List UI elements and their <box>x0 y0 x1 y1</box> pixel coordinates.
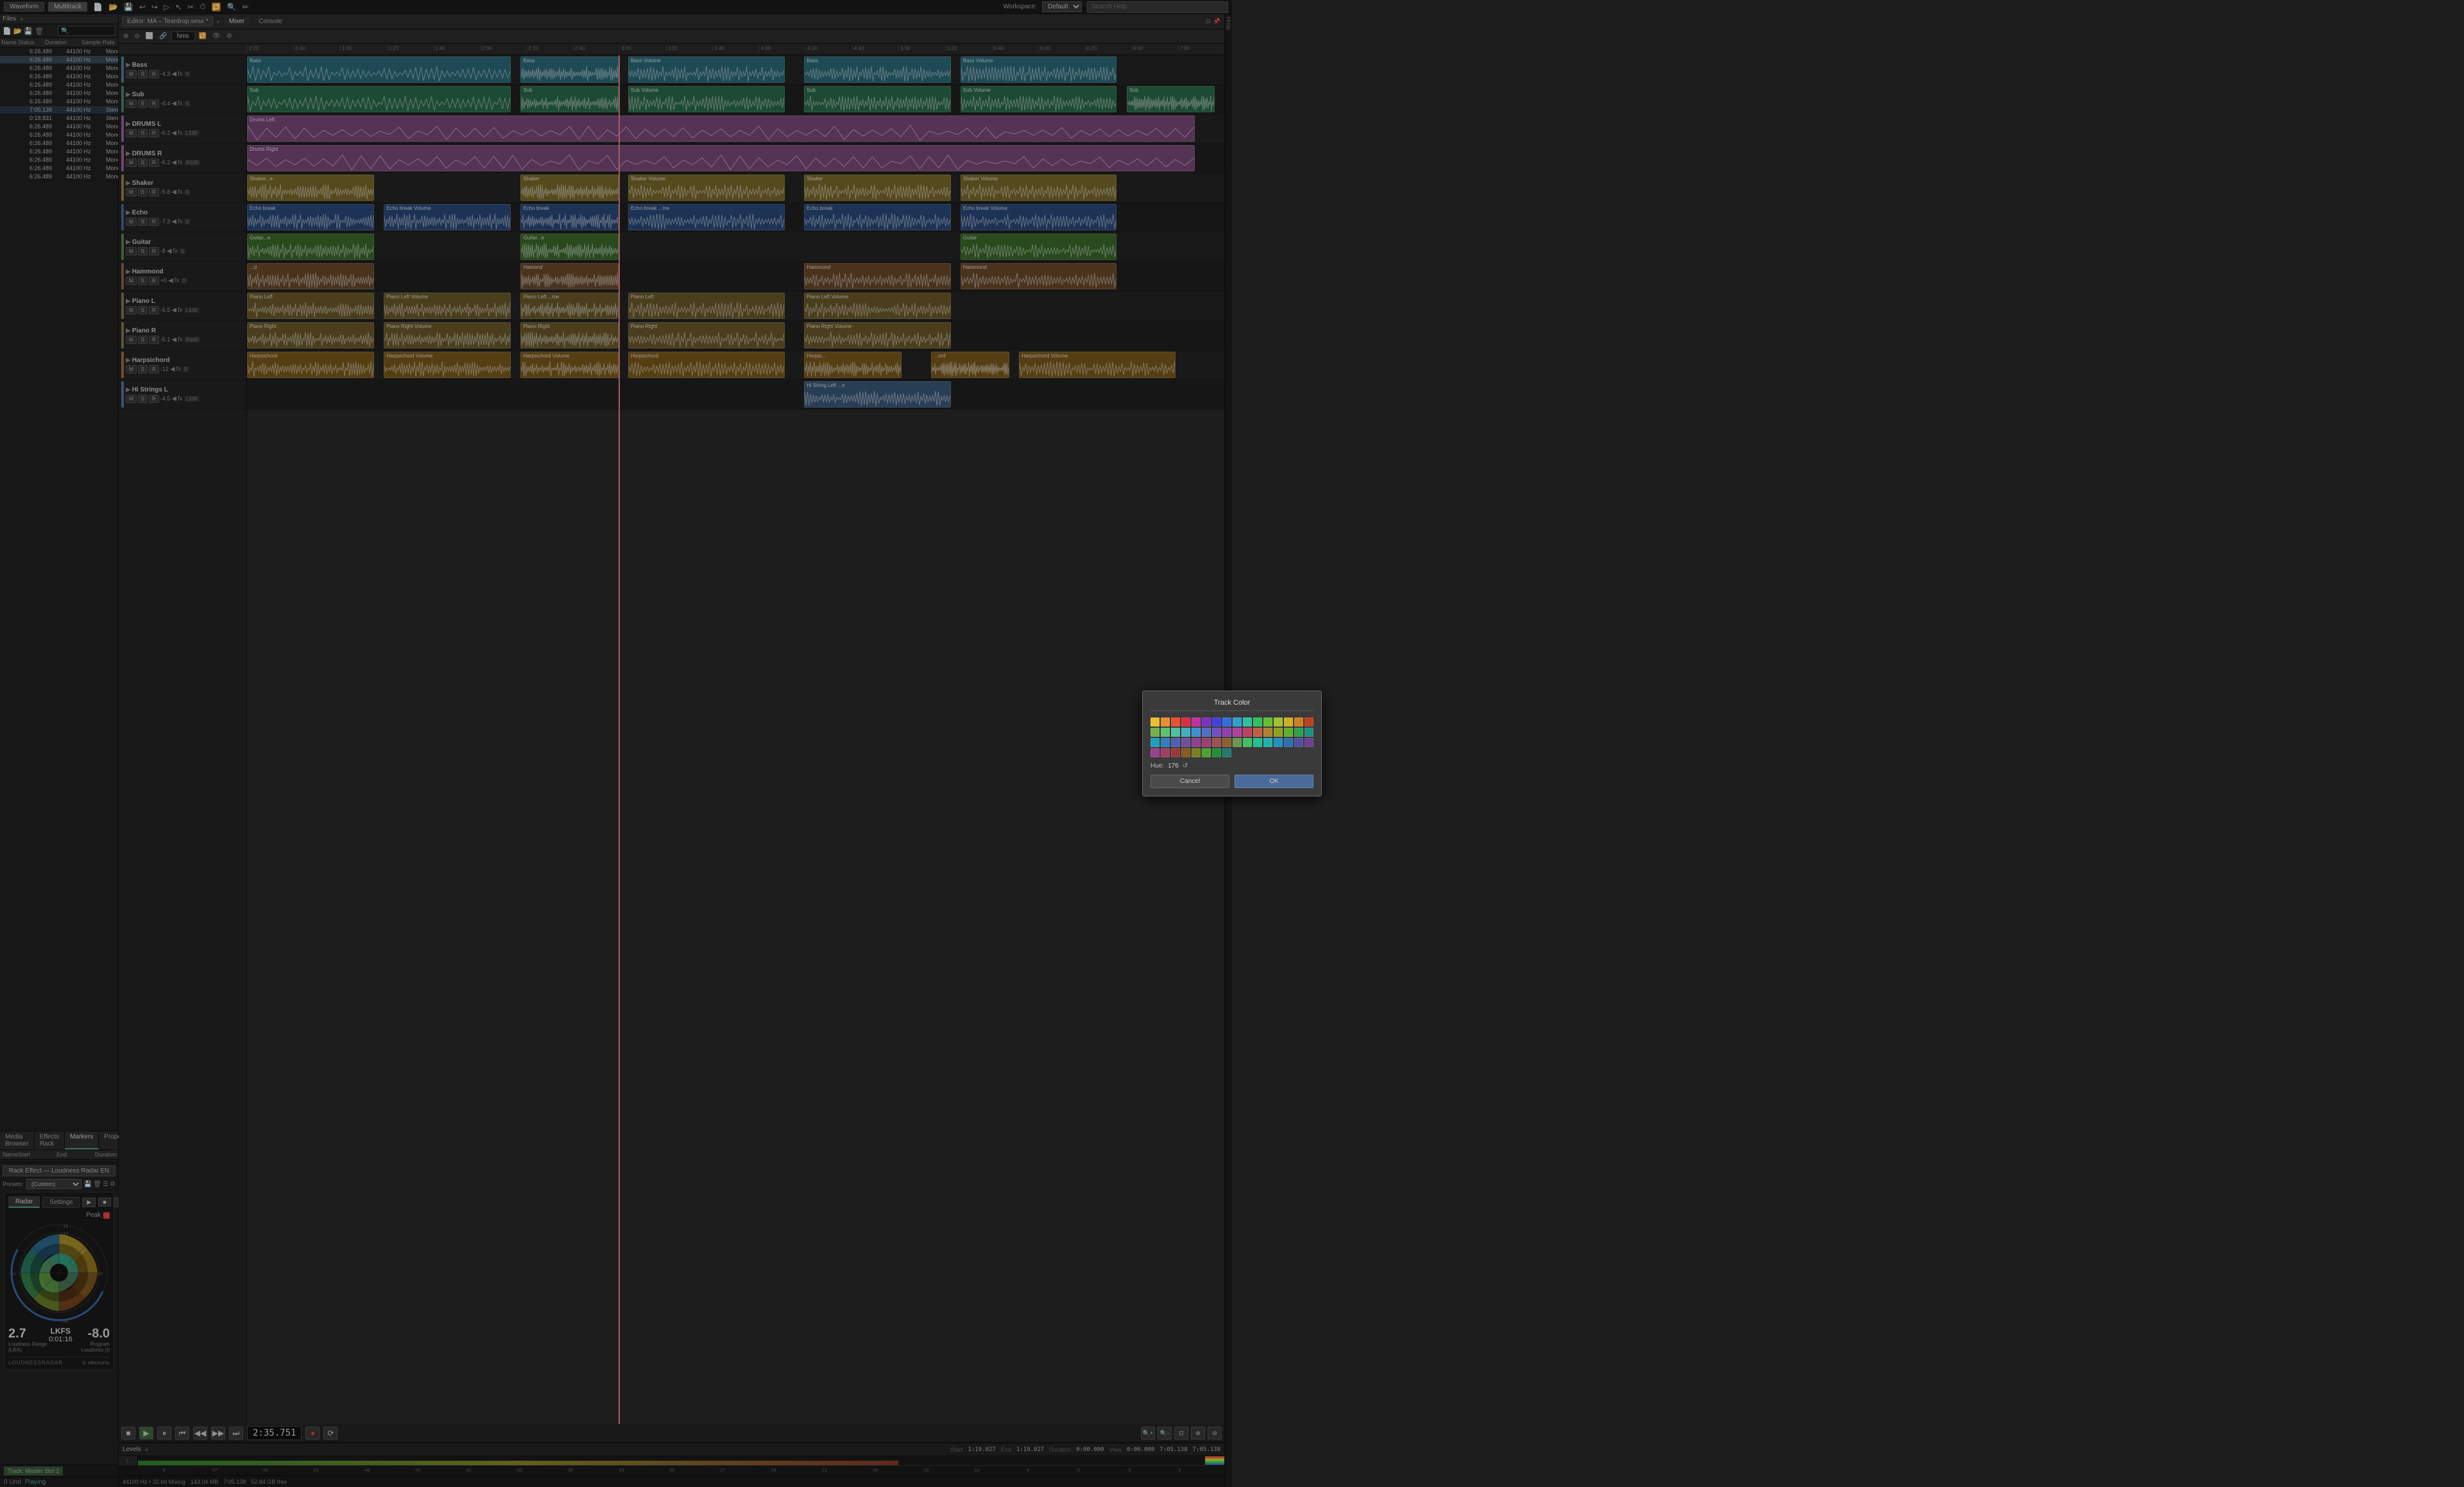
color-swatch[interactable] <box>1151 748 1159 757</box>
color-swatch[interactable] <box>1181 718 1190 726</box>
dialog-ok-btn[interactable]: OK <box>1235 775 1313 788</box>
color-swatch[interactable] <box>1305 728 1313 737</box>
color-swatch[interactable] <box>1294 738 1303 747</box>
color-grid <box>1151 718 1313 757</box>
dialog-overlay: Track Color Hue: 176 ↺ Cancel OK <box>0 0 2464 1487</box>
color-swatch[interactable] <box>1192 728 1201 737</box>
color-swatch[interactable] <box>1171 728 1180 737</box>
color-swatch[interactable] <box>1181 728 1190 737</box>
color-swatch[interactable] <box>1212 748 1221 757</box>
color-swatch[interactable] <box>1284 738 1293 747</box>
color-swatch[interactable] <box>1222 748 1231 757</box>
color-swatch[interactable] <box>1202 738 1211 747</box>
color-swatch[interactable] <box>1233 728 1242 737</box>
color-swatch[interactable] <box>1212 718 1221 726</box>
color-swatch[interactable] <box>1202 718 1211 726</box>
color-swatch[interactable] <box>1274 728 1283 737</box>
color-swatch[interactable] <box>1161 718 1170 726</box>
color-swatch[interactable] <box>1151 728 1159 737</box>
color-swatch[interactable] <box>1151 718 1159 726</box>
color-swatch[interactable] <box>1192 718 1201 726</box>
color-swatch[interactable] <box>1284 718 1293 726</box>
color-swatch[interactable] <box>1233 718 1242 726</box>
color-swatch[interactable] <box>1253 728 1262 737</box>
color-swatch[interactable] <box>1305 718 1313 726</box>
color-swatch[interactable] <box>1212 738 1221 747</box>
color-swatch[interactable] <box>1243 718 1252 726</box>
hue-reset-icon[interactable]: ↺ <box>1183 762 1188 769</box>
color-swatch[interactable] <box>1161 748 1170 757</box>
color-swatch[interactable] <box>1171 718 1180 726</box>
color-swatch[interactable] <box>1171 738 1180 747</box>
color-swatch[interactable] <box>1171 748 1180 757</box>
color-swatch[interactable] <box>1212 728 1221 737</box>
color-swatch[interactable] <box>1151 738 1159 747</box>
color-swatch[interactable] <box>1202 728 1211 737</box>
color-swatch[interactable] <box>1274 718 1283 726</box>
color-swatch[interactable] <box>1192 748 1201 757</box>
color-swatch[interactable] <box>1263 718 1272 726</box>
color-swatch[interactable] <box>1161 738 1170 747</box>
color-swatch[interactable] <box>1222 728 1231 737</box>
color-swatch[interactable] <box>1181 738 1190 747</box>
color-swatch[interactable] <box>1192 738 1201 747</box>
color-swatch[interactable] <box>1294 718 1303 726</box>
hue-label: Hue: <box>1151 762 1164 769</box>
color-swatch[interactable] <box>1274 738 1283 747</box>
track-color-dialog: Track Color Hue: 176 ↺ Cancel OK <box>1142 691 1322 796</box>
color-swatch[interactable] <box>1243 728 1252 737</box>
color-swatch[interactable] <box>1181 748 1190 757</box>
dialog-title: Track Color <box>1151 699 1313 711</box>
color-swatch[interactable] <box>1243 738 1252 747</box>
hue-value: 176 <box>1168 762 1179 769</box>
color-swatch[interactable] <box>1202 748 1211 757</box>
color-swatch[interactable] <box>1222 738 1231 747</box>
color-swatch[interactable] <box>1263 738 1272 747</box>
dialog-cancel-btn[interactable]: Cancel <box>1151 775 1229 788</box>
color-swatch[interactable] <box>1263 728 1272 737</box>
color-swatch[interactable] <box>1305 738 1313 747</box>
color-swatch[interactable] <box>1284 728 1293 737</box>
dialog-buttons: Cancel OK <box>1151 775 1313 788</box>
color-swatch[interactable] <box>1294 728 1303 737</box>
color-swatch[interactable] <box>1222 718 1231 726</box>
color-swatch[interactable] <box>1161 728 1170 737</box>
color-swatch[interactable] <box>1233 738 1242 747</box>
hue-row: Hue: 176 ↺ <box>1151 762 1313 769</box>
color-swatch[interactable] <box>1253 718 1262 726</box>
color-swatch[interactable] <box>1253 738 1262 747</box>
